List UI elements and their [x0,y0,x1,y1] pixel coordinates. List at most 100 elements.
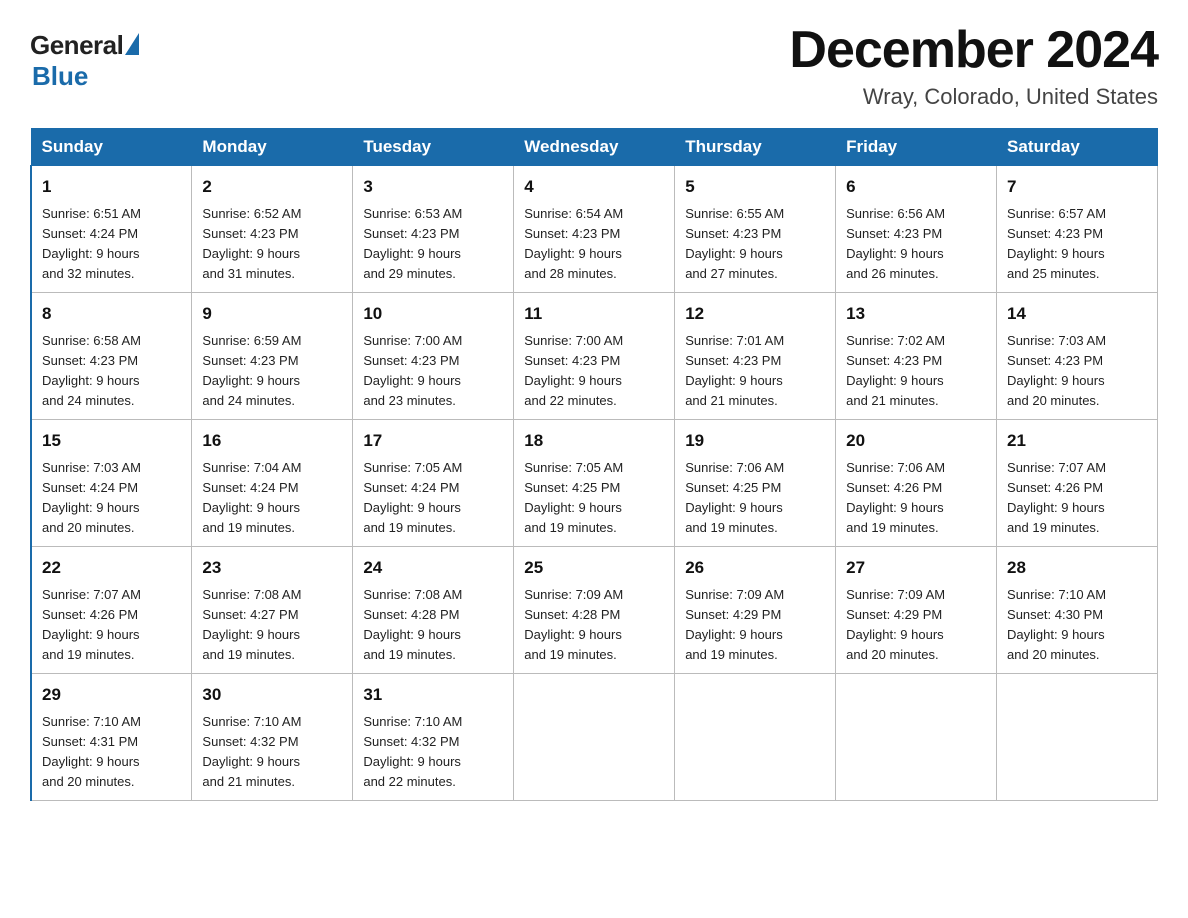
col-thursday: Thursday [675,129,836,166]
day-info: Sunrise: 7:09 AM Sunset: 4:29 PM Dayligh… [846,585,986,666]
day-number: 30 [202,682,342,708]
day-number: 27 [846,555,986,581]
calendar-cell: 20 Sunrise: 7:06 AM Sunset: 4:26 PM Dayl… [836,420,997,547]
day-number: 6 [846,174,986,200]
day-number: 31 [363,682,503,708]
day-info: Sunrise: 7:06 AM Sunset: 4:26 PM Dayligh… [846,458,986,539]
day-info: Sunrise: 7:07 AM Sunset: 4:26 PM Dayligh… [1007,458,1147,539]
day-info: Sunrise: 6:51 AM Sunset: 4:24 PM Dayligh… [42,204,181,285]
calendar-cell: 6 Sunrise: 6:56 AM Sunset: 4:23 PM Dayli… [836,166,997,293]
day-number: 17 [363,428,503,454]
day-info: Sunrise: 7:02 AM Sunset: 4:23 PM Dayligh… [846,331,986,412]
calendar-cell: 30 Sunrise: 7:10 AM Sunset: 4:32 PM Dayl… [192,674,353,801]
day-number: 18 [524,428,664,454]
calendar-cell [836,674,997,801]
day-info: Sunrise: 6:55 AM Sunset: 4:23 PM Dayligh… [685,204,825,285]
day-number: 19 [685,428,825,454]
day-number: 10 [363,301,503,327]
col-sunday: Sunday [31,129,192,166]
day-number: 16 [202,428,342,454]
logo-general-text: General [30,30,123,61]
day-number: 11 [524,301,664,327]
calendar-cell: 26 Sunrise: 7:09 AM Sunset: 4:29 PM Dayl… [675,547,836,674]
logo-triangle-icon [125,33,139,55]
day-number: 13 [846,301,986,327]
day-info: Sunrise: 7:10 AM Sunset: 4:31 PM Dayligh… [42,712,181,793]
calendar-cell: 8 Sunrise: 6:58 AM Sunset: 4:23 PM Dayli… [31,293,192,420]
week-row-5: 29 Sunrise: 7:10 AM Sunset: 4:31 PM Dayl… [31,674,1158,801]
calendar-cell: 29 Sunrise: 7:10 AM Sunset: 4:31 PM Dayl… [31,674,192,801]
day-info: Sunrise: 7:09 AM Sunset: 4:28 PM Dayligh… [524,585,664,666]
day-info: Sunrise: 7:01 AM Sunset: 4:23 PM Dayligh… [685,331,825,412]
calendar-body: 1 Sunrise: 6:51 AM Sunset: 4:24 PM Dayli… [31,166,1158,801]
day-info: Sunrise: 7:00 AM Sunset: 4:23 PM Dayligh… [363,331,503,412]
day-number: 2 [202,174,342,200]
logo-blue-text: Blue [32,61,88,92]
calendar-cell: 27 Sunrise: 7:09 AM Sunset: 4:29 PM Dayl… [836,547,997,674]
subtitle: Wray, Colorado, United States [789,84,1158,110]
calendar-cell: 1 Sunrise: 6:51 AM Sunset: 4:24 PM Dayli… [31,166,192,293]
calendar-cell: 23 Sunrise: 7:08 AM Sunset: 4:27 PM Dayl… [192,547,353,674]
day-info: Sunrise: 7:09 AM Sunset: 4:29 PM Dayligh… [685,585,825,666]
calendar-cell: 2 Sunrise: 6:52 AM Sunset: 4:23 PM Dayli… [192,166,353,293]
calendar-cell: 5 Sunrise: 6:55 AM Sunset: 4:23 PM Dayli… [675,166,836,293]
day-number: 1 [42,174,181,200]
calendar-cell [675,674,836,801]
calendar-cell: 4 Sunrise: 6:54 AM Sunset: 4:23 PM Dayli… [514,166,675,293]
day-number: 14 [1007,301,1147,327]
day-info: Sunrise: 7:00 AM Sunset: 4:23 PM Dayligh… [524,331,664,412]
calendar-cell: 24 Sunrise: 7:08 AM Sunset: 4:28 PM Dayl… [353,547,514,674]
day-info: Sunrise: 6:57 AM Sunset: 4:23 PM Dayligh… [1007,204,1147,285]
day-info: Sunrise: 7:08 AM Sunset: 4:27 PM Dayligh… [202,585,342,666]
calendar-cell: 7 Sunrise: 6:57 AM Sunset: 4:23 PM Dayli… [997,166,1158,293]
col-monday: Monday [192,129,353,166]
col-saturday: Saturday [997,129,1158,166]
calendar-header: Sunday Monday Tuesday Wednesday Thursday… [31,129,1158,166]
col-friday: Friday [836,129,997,166]
day-number: 20 [846,428,986,454]
main-title: December 2024 [789,20,1158,80]
day-info: Sunrise: 7:08 AM Sunset: 4:28 PM Dayligh… [363,585,503,666]
day-number: 8 [42,301,181,327]
day-info: Sunrise: 6:52 AM Sunset: 4:23 PM Dayligh… [202,204,342,285]
calendar-table: Sunday Monday Tuesday Wednesday Thursday… [30,128,1158,801]
calendar-cell: 19 Sunrise: 7:06 AM Sunset: 4:25 PM Dayl… [675,420,836,547]
calendar-cell: 13 Sunrise: 7:02 AM Sunset: 4:23 PM Dayl… [836,293,997,420]
title-block: December 2024 Wray, Colorado, United Sta… [789,20,1158,110]
day-number: 15 [42,428,181,454]
calendar-cell: 31 Sunrise: 7:10 AM Sunset: 4:32 PM Dayl… [353,674,514,801]
calendar-cell: 25 Sunrise: 7:09 AM Sunset: 4:28 PM Dayl… [514,547,675,674]
day-number: 3 [363,174,503,200]
calendar-cell: 16 Sunrise: 7:04 AM Sunset: 4:24 PM Dayl… [192,420,353,547]
day-info: Sunrise: 7:04 AM Sunset: 4:24 PM Dayligh… [202,458,342,539]
week-row-4: 22 Sunrise: 7:07 AM Sunset: 4:26 PM Dayl… [31,547,1158,674]
page-header: General Blue December 2024 Wray, Colorad… [30,20,1158,110]
calendar-cell: 17 Sunrise: 7:05 AM Sunset: 4:24 PM Dayl… [353,420,514,547]
day-info: Sunrise: 6:53 AM Sunset: 4:23 PM Dayligh… [363,204,503,285]
calendar-cell: 22 Sunrise: 7:07 AM Sunset: 4:26 PM Dayl… [31,547,192,674]
day-number: 25 [524,555,664,581]
calendar-cell: 15 Sunrise: 7:03 AM Sunset: 4:24 PM Dayl… [31,420,192,547]
week-row-3: 15 Sunrise: 7:03 AM Sunset: 4:24 PM Dayl… [31,420,1158,547]
day-number: 26 [685,555,825,581]
day-number: 21 [1007,428,1147,454]
day-info: Sunrise: 7:10 AM Sunset: 4:32 PM Dayligh… [202,712,342,793]
day-number: 12 [685,301,825,327]
week-row-1: 1 Sunrise: 6:51 AM Sunset: 4:24 PM Dayli… [31,166,1158,293]
day-info: Sunrise: 7:05 AM Sunset: 4:25 PM Dayligh… [524,458,664,539]
day-number: 4 [524,174,664,200]
day-number: 29 [42,682,181,708]
calendar-cell: 11 Sunrise: 7:00 AM Sunset: 4:23 PM Dayl… [514,293,675,420]
day-number: 24 [363,555,503,581]
calendar-cell: 3 Sunrise: 6:53 AM Sunset: 4:23 PM Dayli… [353,166,514,293]
logo: General Blue [30,30,139,92]
col-wednesday: Wednesday [514,129,675,166]
day-info: Sunrise: 7:06 AM Sunset: 4:25 PM Dayligh… [685,458,825,539]
week-row-2: 8 Sunrise: 6:58 AM Sunset: 4:23 PM Dayli… [31,293,1158,420]
calendar-cell: 10 Sunrise: 7:00 AM Sunset: 4:23 PM Dayl… [353,293,514,420]
calendar-cell: 21 Sunrise: 7:07 AM Sunset: 4:26 PM Dayl… [997,420,1158,547]
day-info: Sunrise: 7:03 AM Sunset: 4:23 PM Dayligh… [1007,331,1147,412]
day-number: 23 [202,555,342,581]
day-number: 5 [685,174,825,200]
header-row: Sunday Monday Tuesday Wednesday Thursday… [31,129,1158,166]
